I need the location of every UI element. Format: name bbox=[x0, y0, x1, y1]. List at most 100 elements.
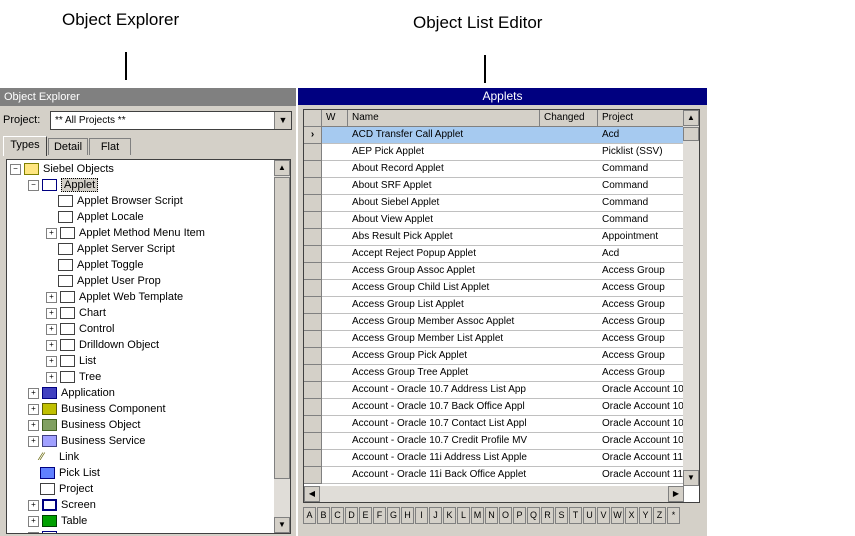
object-tree[interactable]: − Siebel Objects − Applet Applet Browser Scr… bbox=[6, 159, 291, 534]
cell-w[interactable] bbox=[322, 212, 348, 229]
tree-item[interactable]: Applet Server Script bbox=[46, 241, 175, 257]
alphabet-filter-button[interactable]: Z bbox=[653, 507, 666, 524]
row-selector[interactable] bbox=[304, 450, 322, 467]
cell-w[interactable] bbox=[322, 161, 348, 178]
expand-icon[interactable]: + bbox=[28, 403, 39, 415]
cell-project[interactable]: Oracle Account 11 bbox=[598, 467, 684, 484]
alphabet-filter-button[interactable]: J bbox=[429, 507, 442, 524]
cell-project[interactable]: Access Group bbox=[598, 365, 684, 382]
table-row[interactable]: Account - Oracle 10.7 Contact List Appl O… bbox=[304, 416, 684, 433]
table-row[interactable]: Account - Oracle 10.7 Back Office Appl Or… bbox=[304, 399, 684, 416]
tree-item[interactable]: + Business Object bbox=[28, 417, 140, 433]
collapse-icon[interactable]: − bbox=[10, 163, 21, 175]
scroll-left-icon[interactable]: ◀ bbox=[304, 486, 320, 502]
table-row[interactable]: Access Group Tree Applet Access Group bbox=[304, 365, 684, 382]
cell-name[interactable]: Account - Oracle 10.7 Address List App bbox=[348, 382, 540, 399]
cell-project[interactable]: Access Group bbox=[598, 297, 684, 314]
cell-changed[interactable] bbox=[540, 467, 598, 484]
cell-name[interactable]: Access Group Member List Applet bbox=[348, 331, 540, 348]
row-selector[interactable] bbox=[304, 195, 322, 212]
tab-detail[interactable]: Detail bbox=[48, 138, 88, 155]
cell-name[interactable]: Access Group List Applet bbox=[348, 297, 540, 314]
tree-vertical-scrollbar[interactable]: ▲ ▼ bbox=[274, 160, 290, 533]
cell-name[interactable]: Abs Result Pick Applet bbox=[348, 229, 540, 246]
cell-w[interactable] bbox=[322, 331, 348, 348]
table-row[interactable]: Account - Oracle 11i Address List Apple O… bbox=[304, 450, 684, 467]
cell-name[interactable]: About Record Applet bbox=[348, 161, 540, 178]
table-row[interactable]: Accept Reject Popup Applet Acd bbox=[304, 246, 684, 263]
cell-w[interactable] bbox=[322, 382, 348, 399]
collapse-icon[interactable]: − bbox=[28, 179, 39, 191]
cell-changed[interactable] bbox=[540, 195, 598, 212]
cell-name[interactable]: Account - Oracle 10.7 Credit Profile MV bbox=[348, 433, 540, 450]
cell-w[interactable] bbox=[322, 450, 348, 467]
table-row[interactable]: Account - Oracle 11i Back Office Applet O… bbox=[304, 467, 684, 484]
alphabet-filter-button[interactable]: H bbox=[401, 507, 414, 524]
cell-w[interactable] bbox=[322, 246, 348, 263]
tree-item[interactable]: Project bbox=[28, 481, 93, 497]
column-header-w[interactable]: W bbox=[322, 110, 348, 127]
alphabet-filter-button[interactable]: X bbox=[625, 507, 638, 524]
cell-name[interactable]: Accept Reject Popup Applet bbox=[348, 246, 540, 263]
cell-changed[interactable] bbox=[540, 280, 598, 297]
cell-changed[interactable] bbox=[540, 331, 598, 348]
cell-w[interactable] bbox=[322, 399, 348, 416]
alphabet-filter-button[interactable]: Y bbox=[639, 507, 652, 524]
cell-project[interactable]: Acd bbox=[598, 246, 684, 263]
cell-changed[interactable] bbox=[540, 450, 598, 467]
cell-w[interactable] bbox=[322, 297, 348, 314]
tree-item[interactable]: + Applet Method Menu Item bbox=[46, 225, 205, 241]
cell-project[interactable]: Access Group bbox=[598, 348, 684, 365]
grid-scroll-thumb[interactable] bbox=[683, 127, 699, 141]
alphabet-filter-button[interactable]: R bbox=[541, 507, 554, 524]
table-row[interactable]: Access Group Member List Applet Access Gr… bbox=[304, 331, 684, 348]
tree-item[interactable]: + Tree bbox=[46, 369, 101, 385]
expand-icon[interactable]: + bbox=[28, 531, 39, 533]
cell-project[interactable]: Oracle Account 10 bbox=[598, 416, 684, 433]
cell-changed[interactable] bbox=[540, 178, 598, 195]
cell-name[interactable]: Account - Oracle 11i Address List Apple bbox=[348, 450, 540, 467]
expand-icon[interactable]: + bbox=[46, 371, 57, 383]
tree-item[interactable]: ⁄⁄ Link bbox=[28, 449, 79, 465]
cell-project[interactable]: Access Group bbox=[598, 331, 684, 348]
tree-item[interactable]: Pick List bbox=[28, 465, 100, 481]
tab-flat[interactable]: Flat bbox=[89, 138, 131, 155]
row-selector[interactable] bbox=[304, 331, 322, 348]
row-selector[interactable] bbox=[304, 314, 322, 331]
expand-icon[interactable]: + bbox=[46, 339, 57, 351]
row-selector[interactable] bbox=[304, 399, 322, 416]
tree-item[interactable]: − Siebel Objects bbox=[10, 161, 114, 177]
tree-item[interactable]: + Drilldown Object bbox=[46, 337, 159, 353]
cell-name[interactable]: AEP Pick Applet bbox=[348, 144, 540, 161]
tree-item[interactable]: Applet User Prop bbox=[46, 273, 161, 289]
expand-icon[interactable]: + bbox=[28, 499, 39, 511]
cell-w[interactable] bbox=[322, 178, 348, 195]
cell-w[interactable] bbox=[322, 127, 348, 144]
cell-w[interactable] bbox=[322, 348, 348, 365]
cell-name[interactable]: Access Group Assoc Applet bbox=[348, 263, 540, 280]
row-selector[interactable] bbox=[304, 246, 322, 263]
tab-types[interactable]: Types bbox=[3, 136, 47, 156]
row-selector[interactable] bbox=[304, 161, 322, 178]
cell-name[interactable]: About SRF Applet bbox=[348, 178, 540, 195]
alphabet-filter-button[interactable]: N bbox=[485, 507, 498, 524]
alphabet-filter-button[interactable]: D bbox=[345, 507, 358, 524]
cell-project[interactable]: Appointment bbox=[598, 229, 684, 246]
alphabet-filter-button[interactable]: A bbox=[303, 507, 316, 524]
expand-icon[interactable]: + bbox=[28, 387, 39, 399]
tree-item[interactable]: − Applet bbox=[28, 177, 99, 193]
table-row[interactable]: › ACD Transfer Call Applet Acd bbox=[304, 127, 684, 144]
scroll-down-icon[interactable]: ▼ bbox=[683, 470, 699, 486]
tree-item[interactable]: + Control bbox=[46, 321, 114, 337]
cell-project[interactable]: Oracle Account 10 bbox=[598, 433, 684, 450]
cell-changed[interactable] bbox=[540, 433, 598, 450]
table-row[interactable]: Access Group Member Assoc Applet Access G… bbox=[304, 314, 684, 331]
cell-w[interactable] bbox=[322, 144, 348, 161]
cell-changed[interactable] bbox=[540, 212, 598, 229]
row-selector[interactable] bbox=[304, 467, 322, 484]
cell-project[interactable]: Access Group bbox=[598, 314, 684, 331]
table-row[interactable]: Access Group Assoc Applet Access Group bbox=[304, 263, 684, 280]
cell-changed[interactable] bbox=[540, 382, 598, 399]
expand-icon[interactable]: + bbox=[28, 435, 39, 447]
cell-w[interactable] bbox=[322, 229, 348, 246]
